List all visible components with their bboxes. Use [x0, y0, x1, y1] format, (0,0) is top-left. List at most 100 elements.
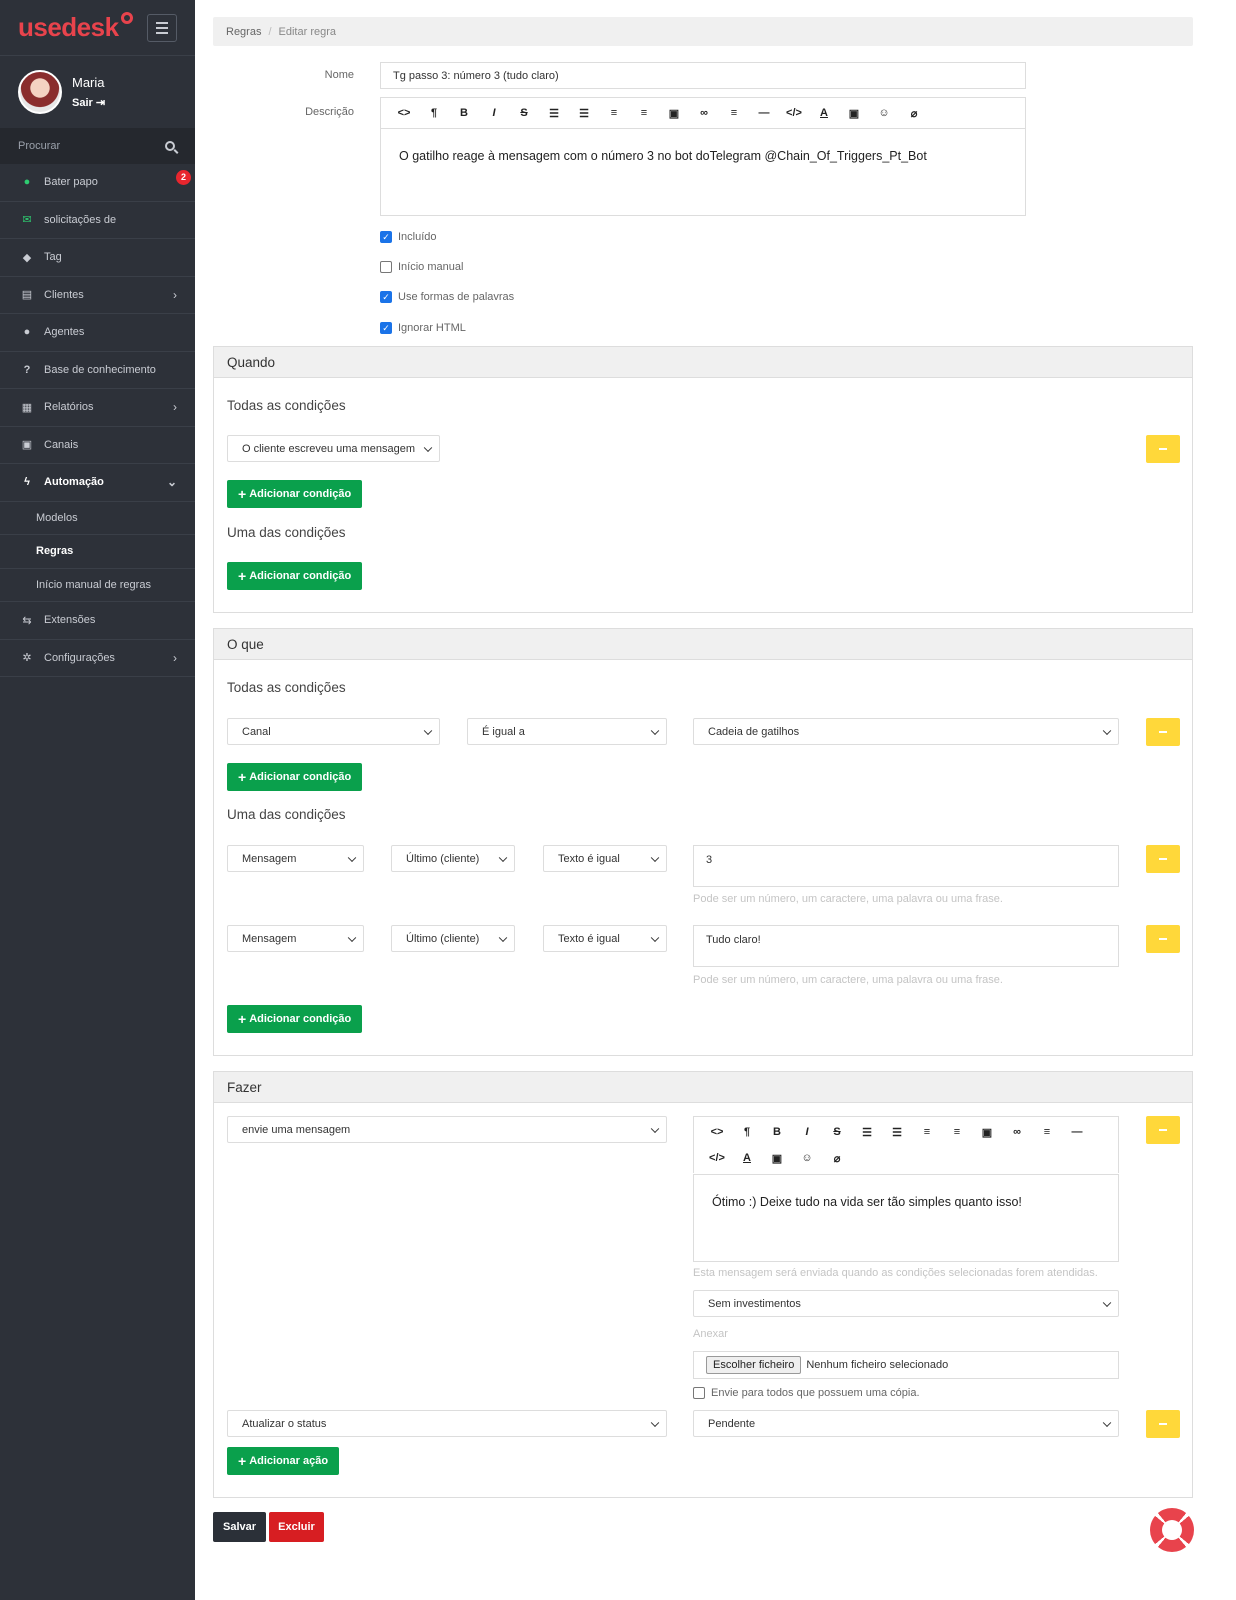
operator-select[interactable]: É igual a	[467, 718, 667, 745]
breadcrumb-root[interactable]: Regras	[226, 26, 261, 38]
outdent-icon[interactable]: ≡	[912, 1126, 942, 1138]
sidebar-subitem-manual-start[interactable]: Início manual de regras	[0, 569, 195, 602]
chevron-down-icon	[347, 853, 357, 862]
send-copy-checkbox[interactable]: Envie para todos que possuem uma cópia.	[693, 1387, 920, 1399]
italic-icon[interactable]: I	[792, 1126, 822, 1138]
field-select[interactable]: Mensagem	[227, 925, 364, 952]
sidebar-item-extensions[interactable]: ⇆ Extensões	[0, 602, 195, 640]
emoji-icon[interactable]: ☺	[869, 107, 899, 119]
add-condition-button[interactable]: + Adicionar condição	[227, 763, 363, 791]
remove-condition-button[interactable]	[1146, 845, 1180, 873]
outdent-icon[interactable]: ≡	[599, 107, 629, 119]
operator-select[interactable]: Texto é igual	[543, 845, 667, 872]
name-input[interactable]: Tg passo 3: número 3 (tudo claro)	[380, 62, 1026, 89]
numbered-list-icon[interactable]: ☰	[569, 107, 599, 120]
chevron-down-icon	[650, 1418, 660, 1427]
value-select[interactable]: Cadeia de gatilhos	[693, 718, 1119, 745]
paragraph-icon[interactable]: ¶	[419, 107, 449, 119]
logout-link[interactable]: Sair ⇥	[72, 96, 105, 109]
add-condition-button[interactable]: + Adicionar condição	[227, 1005, 363, 1033]
italic-icon[interactable]: I	[479, 107, 509, 119]
sidebar-item-tag[interactable]: ◆ Tag	[0, 239, 195, 277]
image-icon[interactable]: ▣	[659, 107, 689, 120]
link-icon[interactable]: ∞	[1002, 1126, 1032, 1138]
bold-icon[interactable]: B	[762, 1126, 792, 1138]
strikethrough-icon[interactable]: S	[822, 1126, 852, 1138]
lifebuoy-help-icon[interactable]	[1150, 1508, 1194, 1552]
menu-toggle-button[interactable]	[147, 14, 177, 42]
word-forms-checkbox[interactable]: ✓ Use formas de palavras	[380, 291, 514, 303]
value-textarea[interactable]: 3	[693, 845, 1119, 887]
logo[interactable]: usedesk	[18, 12, 119, 43]
investment-select[interactable]: Sem investimentos	[693, 1290, 1119, 1317]
add-condition-button[interactable]: + Adicionar condição	[227, 480, 363, 508]
sidebar-item-chat[interactable]: ● Bater papo 2	[0, 164, 195, 202]
action-select[interactable]: Atualizar o status	[227, 1410, 667, 1437]
action-select[interactable]: envie uma mensagem	[227, 1116, 667, 1143]
bullet-list-icon[interactable]: ☰	[539, 107, 569, 120]
sidebar-search[interactable]: Procurar	[0, 128, 195, 164]
message-editor[interactable]: Ótimo :) Deixe tudo na vida ser tão simp…	[693, 1174, 1119, 1262]
remove-condition-button[interactable]	[1146, 718, 1180, 746]
field-select[interactable]: Canal	[227, 718, 440, 745]
description-editor[interactable]: O gatilho reage à mensagem com o número …	[380, 128, 1026, 216]
attachment-icon[interactable]: ⌀	[822, 1152, 852, 1165]
add-action-button[interactable]: + Adicionar ação	[227, 1447, 340, 1475]
operator-select[interactable]: Texto é igual	[543, 925, 667, 952]
save-button[interactable]: Salvar	[213, 1512, 266, 1542]
sidebar-item-channels[interactable]: ▣ Canais	[0, 427, 195, 464]
remove-action-button[interactable]	[1146, 1410, 1180, 1438]
code-view-icon[interactable]: <>	[389, 107, 419, 119]
text-color-icon[interactable]: A	[809, 107, 839, 119]
when-panel: Quando Todas as condições O cliente escr…	[213, 346, 1193, 613]
horizontal-rule-icon[interactable]: —	[1062, 1126, 1092, 1138]
included-checkbox[interactable]: ✓ Incluído	[380, 231, 437, 243]
message-source-select[interactable]: Último (cliente)	[391, 925, 515, 952]
code-icon[interactable]: </>	[779, 107, 809, 119]
sidebar-item-requests[interactable]: ✉ solicitações de	[0, 202, 195, 239]
status-select[interactable]: Pendente	[693, 1410, 1119, 1437]
message-source-select[interactable]: Último (cliente)	[391, 845, 515, 872]
paragraph-icon[interactable]: ¶	[732, 1126, 762, 1138]
delete-button[interactable]: Excluir	[269, 1512, 324, 1542]
align-icon[interactable]: ≡	[1032, 1126, 1062, 1138]
field-select[interactable]: Mensagem	[227, 845, 364, 872]
numbered-list-icon[interactable]: ☰	[882, 1126, 912, 1139]
avatar[interactable]	[18, 70, 62, 114]
remove-action-button[interactable]	[1146, 1116, 1180, 1144]
indent-icon[interactable]: ≡	[942, 1126, 972, 1138]
search-icon[interactable]	[165, 141, 175, 151]
code-icon[interactable]: </>	[702, 1152, 732, 1164]
manual-start-checkbox[interactable]: Início manual	[380, 261, 463, 273]
background-color-icon[interactable]: ▣	[839, 107, 869, 120]
align-icon[interactable]: ≡	[719, 107, 749, 119]
file-input[interactable]: Escolher ficheiro Nenhum ficheiro seleci…	[693, 1351, 1119, 1379]
sidebar-item-agents[interactable]: ● Agentes	[0, 314, 195, 352]
sidebar-item-reports[interactable]: ▦ Relatórios ›	[0, 389, 195, 427]
add-condition-button[interactable]: + Adicionar condição	[227, 562, 363, 590]
sidebar-item-clients[interactable]: ▤ Clientes ›	[0, 277, 195, 314]
sidebar-item-settings[interactable]: ✲ Configurações ›	[0, 640, 195, 677]
remove-condition-button[interactable]	[1146, 435, 1180, 463]
remove-condition-button[interactable]	[1146, 925, 1180, 953]
sidebar-subitem-templates[interactable]: Modelos	[0, 502, 195, 535]
ignore-html-checkbox[interactable]: ✓ Ignorar HTML	[380, 322, 466, 334]
horizontal-rule-icon[interactable]: —	[749, 107, 779, 119]
bold-icon[interactable]: B	[449, 107, 479, 119]
code-view-icon[interactable]: <>	[702, 1126, 732, 1138]
sidebar-item-knowledge-base[interactable]: ? Base de conhecimento	[0, 352, 195, 389]
image-icon[interactable]: ▣	[972, 1126, 1002, 1139]
background-color-icon[interactable]: ▣	[762, 1152, 792, 1165]
text-color-icon[interactable]: A	[732, 1152, 762, 1164]
sidebar-item-automation[interactable]: ϟ Automação ⌄	[0, 464, 195, 502]
bullet-list-icon[interactable]: ☰	[852, 1126, 882, 1139]
link-icon[interactable]: ∞	[689, 107, 719, 119]
when-condition-select[interactable]: O cliente escreveu uma mensagem	[227, 435, 440, 462]
sidebar-subitem-rules[interactable]: Regras	[0, 535, 195, 569]
choose-file-button[interactable]: Escolher ficheiro	[706, 1356, 802, 1374]
attachment-icon[interactable]: ⌀	[899, 107, 929, 120]
strikethrough-icon[interactable]: S	[509, 107, 539, 119]
emoji-icon[interactable]: ☺	[792, 1152, 822, 1164]
indent-icon[interactable]: ≡	[629, 107, 659, 119]
value-textarea[interactable]: Tudo claro!	[693, 925, 1119, 967]
